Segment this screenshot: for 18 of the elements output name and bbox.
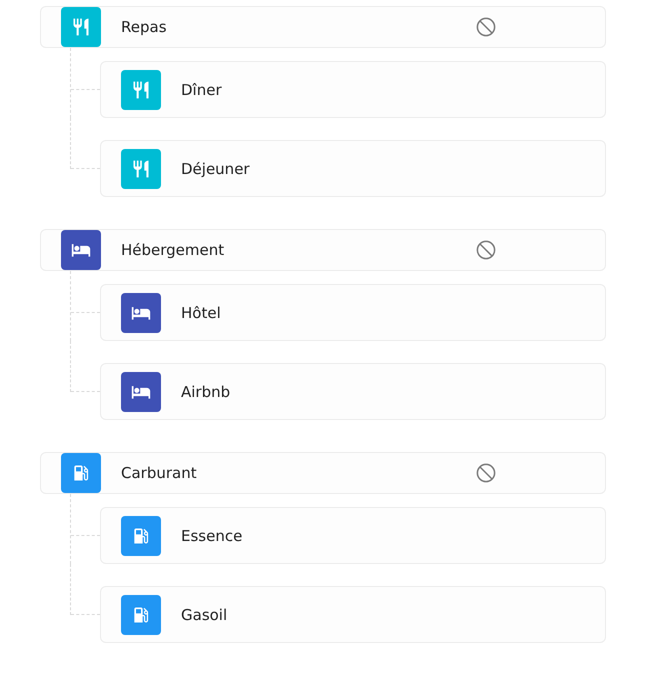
subcategory-card[interactable]: Dîner bbox=[100, 61, 606, 118]
category-label: Dîner bbox=[181, 80, 222, 98]
category-label: Gasoil bbox=[181, 606, 228, 624]
category-label: Essence bbox=[181, 526, 242, 544]
subcategory-card[interactable]: Gasoil bbox=[100, 586, 606, 643]
category-label: Hôtel bbox=[181, 304, 221, 322]
category-label: Carburant bbox=[121, 464, 197, 482]
category-label: Déjeuner bbox=[181, 160, 250, 178]
category-label: Hébergement bbox=[121, 241, 224, 259]
category-card[interactable]: Hébergement bbox=[40, 229, 606, 271]
category-card[interactable]: Carburant bbox=[40, 452, 606, 494]
category-card[interactable]: Repas bbox=[40, 6, 606, 48]
subcategory-card[interactable]: Hôtel bbox=[100, 284, 606, 341]
subcategory-card[interactable]: Déjeuner bbox=[100, 140, 606, 197]
category-label: Repas bbox=[121, 18, 167, 36]
subcategory-card[interactable]: Airbnb bbox=[100, 363, 606, 420]
subcategory-card[interactable]: Essence bbox=[100, 507, 606, 564]
category-label: Airbnb bbox=[181, 382, 230, 400]
